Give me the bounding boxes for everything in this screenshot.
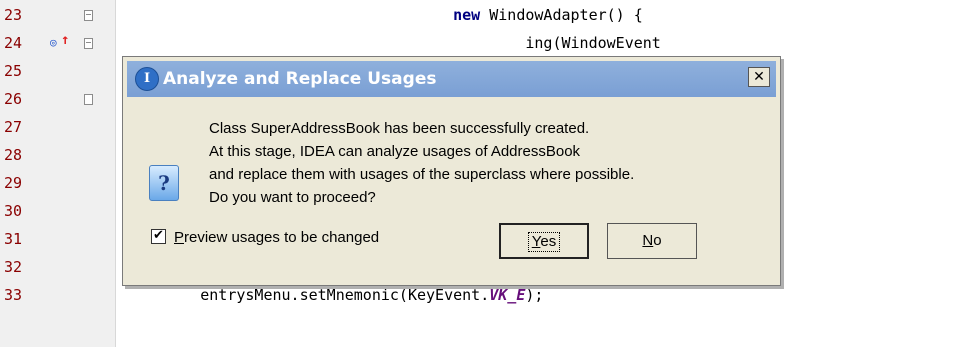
code-line[interactable]: 23 new WindowAdapter() { bbox=[0, 2, 957, 30]
code-line[interactable]: 33 entrysMenu.setMnemonic(KeyEvent.VK_E)… bbox=[0, 282, 957, 310]
implements-method-icon[interactable]: ◎ bbox=[50, 36, 57, 49]
fold-marker-icon[interactable] bbox=[84, 10, 93, 21]
message-line: At this stage, IDEA can analyze usages o… bbox=[209, 143, 581, 160]
line-number: 27 bbox=[4, 118, 23, 136]
line-number: 28 bbox=[4, 146, 23, 164]
analyze-replace-dialog: I Analyze and Replace Usages ✕ ? Class S… bbox=[122, 56, 781, 286]
idea-logo-icon: I bbox=[135, 67, 159, 91]
checkbox-label: Preview usages to be changed bbox=[174, 229, 380, 246]
override-arrow-icon[interactable]: ↑ bbox=[61, 32, 69, 48]
code-text: new WindowAdapter() { bbox=[453, 6, 643, 24]
message-line: and replace them with usages of the supe… bbox=[209, 166, 635, 183]
line-number: 31 bbox=[4, 230, 23, 248]
question-icon: ? bbox=[149, 165, 179, 201]
no-button[interactable]: No bbox=[607, 223, 697, 259]
line-number: 33 bbox=[4, 286, 23, 304]
line-number: 23 bbox=[4, 6, 23, 24]
line-number: 24 bbox=[4, 34, 23, 52]
dialog-titlebar[interactable]: I Analyze and Replace Usages ✕ bbox=[127, 61, 776, 97]
line-number: 25 bbox=[4, 62, 23, 80]
line-number: 32 bbox=[4, 258, 23, 276]
preview-usages-checkbox-row[interactable]: Preview usages to be changed bbox=[151, 227, 380, 246]
fold-end-icon[interactable] bbox=[84, 94, 93, 105]
line-number: 29 bbox=[4, 174, 23, 192]
yes-button[interactable]: Yes bbox=[499, 223, 589, 259]
code-text: entrysMenu.setMnemonic(KeyEvent.VK_E); bbox=[128, 286, 544, 304]
close-button[interactable]: ✕ bbox=[748, 67, 770, 87]
preview-usages-checkbox[interactable] bbox=[151, 227, 166, 244]
line-number: 30 bbox=[4, 202, 23, 220]
line-number: 26 bbox=[4, 90, 23, 108]
dialog-title: Analyze and Replace Usages bbox=[163, 69, 437, 89]
message-line: Do you want to proceed? bbox=[209, 189, 376, 206]
dialog-message: Class SuperAddressBook has been successf… bbox=[209, 117, 769, 209]
message-line: Class SuperAddressBook has been successf… bbox=[209, 120, 590, 137]
code-line[interactable]: 24 ◎ ↑ ing(WindowEvent bbox=[0, 30, 957, 58]
fold-marker-icon[interactable] bbox=[84, 38, 93, 49]
code-text: ing(WindowEvent bbox=[525, 34, 661, 52]
